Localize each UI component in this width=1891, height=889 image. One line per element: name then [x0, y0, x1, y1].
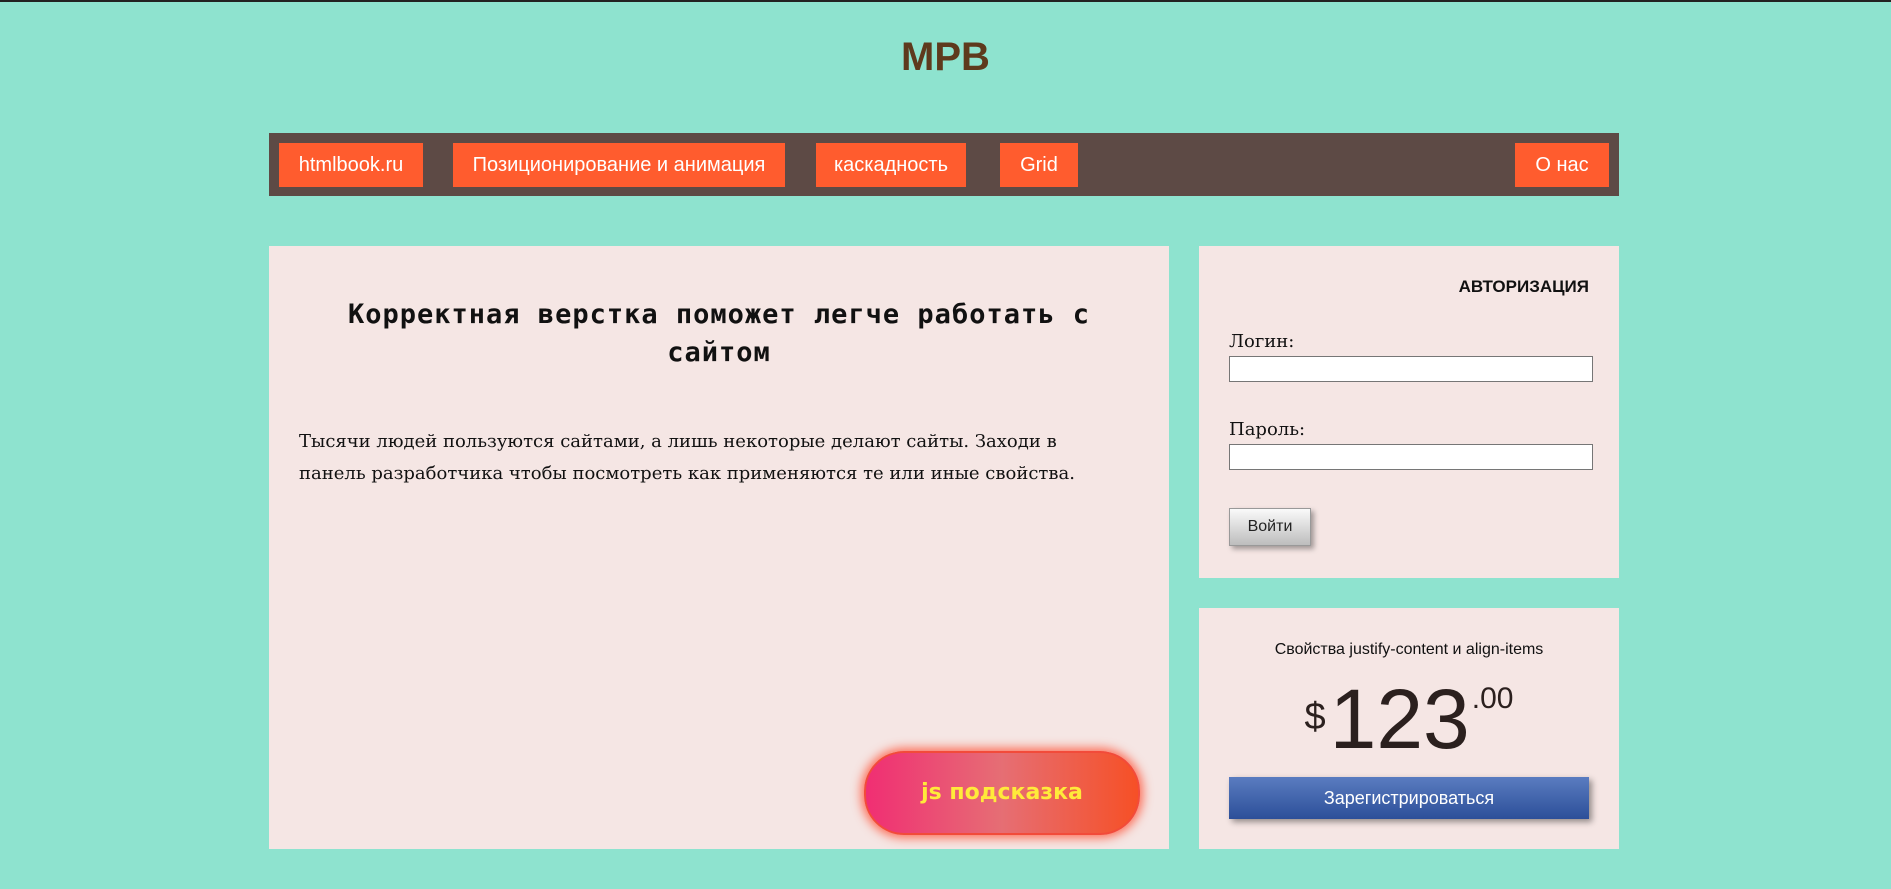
password-label: Пароль: — [1229, 419, 1306, 440]
price-panel: Свойства justify-content и align-items $… — [1199, 608, 1619, 849]
main-paragraph: Тысячи людей пользуются сайтами, а лишь … — [299, 431, 1075, 484]
login-label: Логин: — [1229, 331, 1295, 352]
price-display: $ 123 .00 — [1199, 674, 1619, 764]
js-hint-button[interactable]: js подсказка — [864, 751, 1140, 835]
site-title: MPB — [901, 35, 990, 79]
nav-item-grid[interactable]: Grid — [1000, 143, 1078, 187]
nav-item-cascade[interactable]: каскадность — [816, 143, 966, 187]
login-input[interactable] — [1229, 356, 1593, 382]
price-currency: $ — [1304, 696, 1326, 738]
nav-item-htmlbook[interactable]: htmlbook.ru — [279, 143, 423, 187]
price-cents: .00 — [1471, 682, 1514, 715]
price-caption: Свойства justify-content и align-items — [1274, 641, 1544, 658]
main-navbar: htmlbook.ru Позиционирование и анимация … — [269, 133, 1619, 196]
login-button[interactable]: Войти — [1229, 508, 1311, 546]
nav-item-about[interactable]: О нас — [1515, 143, 1609, 187]
main-content-panel: Корректная верстка поможет легче работат… — [269, 246, 1169, 849]
price-amount: 123 — [1329, 672, 1470, 766]
password-input[interactable] — [1229, 444, 1593, 470]
auth-panel: АВТОРИЗАЦИЯ Логин: Пароль: Войти — [1199, 246, 1619, 578]
top-border-line — [0, 0, 1891, 2]
auth-title: АВТОРИЗАЦИЯ — [1458, 277, 1589, 296]
register-button[interactable]: Зарегистрироваться — [1229, 777, 1589, 819]
main-heading: Корректная верстка поможет легче работат… — [348, 299, 1090, 368]
nav-item-positioning-animation[interactable]: Позиционирование и анимация — [453, 143, 785, 187]
